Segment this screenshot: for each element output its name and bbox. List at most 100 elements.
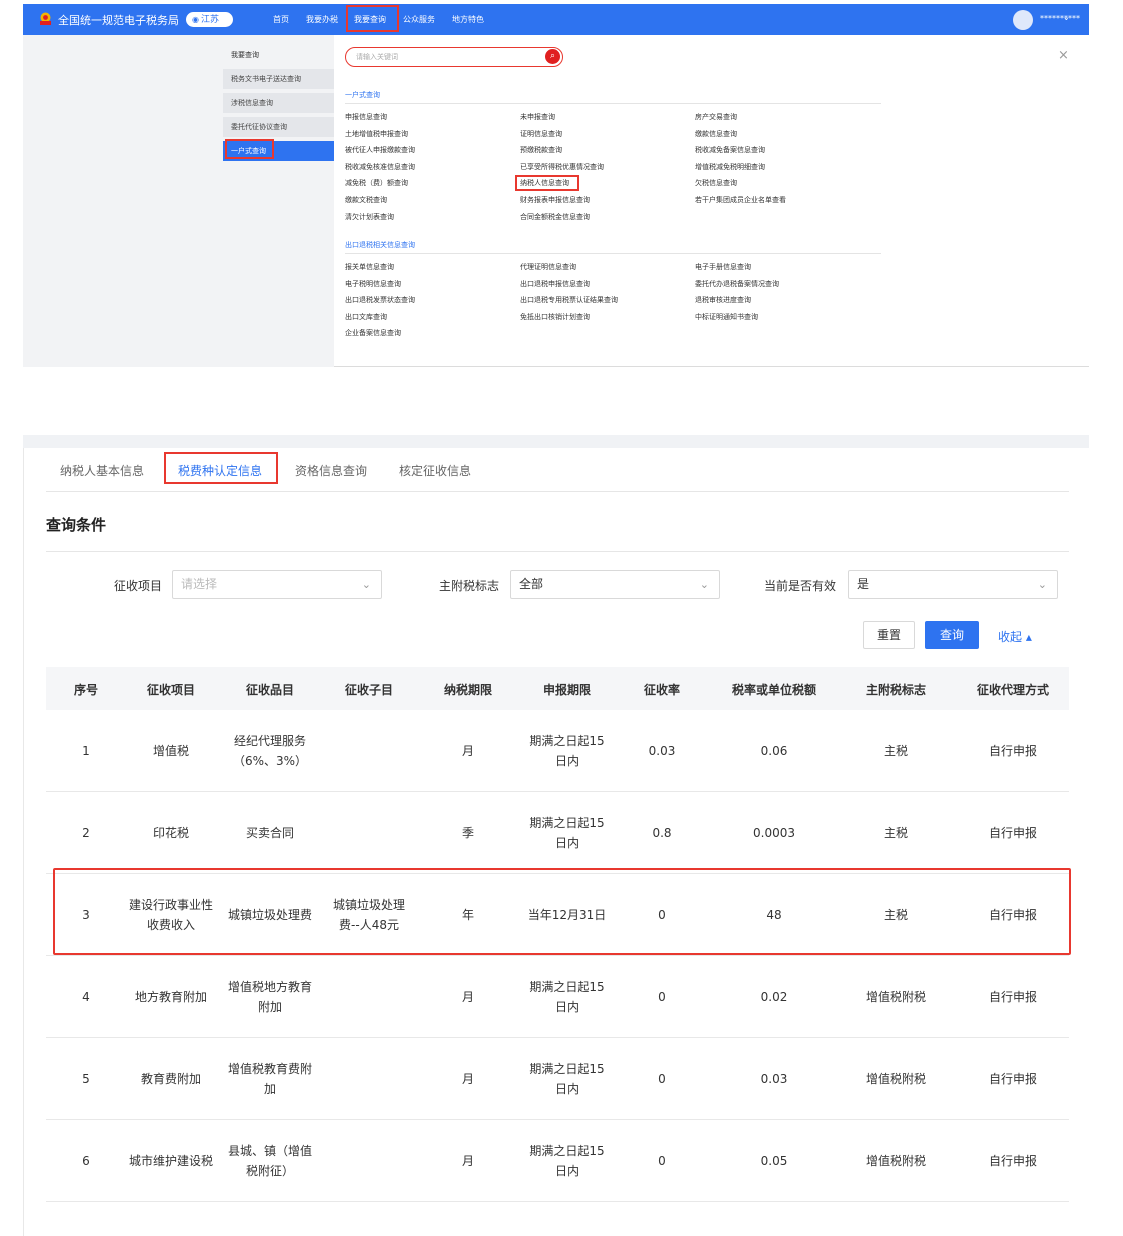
collection-item-select[interactable]: 请选择 ⌄ (172, 570, 382, 599)
table-cell: 期满之日起15日内 (529, 1061, 605, 1096)
table-cell: 主税 (883, 743, 909, 758)
query-link[interactable]: 中标证明通知书查询 (695, 312, 758, 322)
sidebar: 我要查询 税务文书电子送达查询 涉税信息查询 委托代征协议查询 一户式查询 (23, 35, 334, 367)
query-link[interactable]: 财务报表申报信息查询 (520, 195, 590, 205)
divider (345, 103, 881, 104)
table-cell: 主税 (883, 825, 909, 840)
query-link[interactable]: 出口退税专用税票认证结果查询 (520, 295, 618, 305)
query-link[interactable]: 缴款文税查询 (345, 195, 387, 205)
table-cell: 月 (461, 989, 475, 1004)
query-link[interactable]: 被代征人申报缴款查询 (345, 145, 415, 155)
table-cell: 0.05 (760, 1153, 788, 1168)
main-aux-select[interactable]: 全部 ⌄ (510, 570, 720, 599)
chevron-down-icon[interactable]: ⌄ (1063, 13, 1070, 22)
column-header: 征收率 (643, 683, 681, 697)
table-row: 1 增值税 经纪代理服务（6%、3%） 月 期满之日起15日内 0.03 0.06 主税 自行申… (46, 710, 1069, 792)
query-link[interactable]: 土地增值税申报查询 (345, 129, 408, 139)
table-cell: 教育费附加 (140, 1071, 201, 1086)
avatar[interactable] (1013, 10, 1033, 30)
query-conditions-title: 查询条件 (46, 516, 107, 534)
column-header: 征收子目 (344, 683, 394, 697)
query-link[interactable]: 税收减免备案信息查询 (695, 145, 765, 155)
tax-type-panel: 纳税人基本信息 税费种认定信息 资格信息查询 核定征收信息 查询条件 征收项目 … (23, 435, 1089, 1236)
query-link[interactable]: 缴款信息查询 (695, 129, 737, 139)
table-cell: 增值税附税 (865, 1153, 927, 1168)
table-row: 2 印花税 买卖合同 季 期满之日起15日内 0.8 0.0003 主税 自行申报 (46, 792, 1069, 874)
query-button[interactable]: 查询 (925, 621, 979, 649)
query-link[interactable]: 房产交易查询 (695, 112, 737, 122)
table-cell: 期满之日起15日内 (529, 815, 605, 850)
query-link[interactable]: 电子税明信息查询 (345, 279, 401, 289)
table-cell: 5 (82, 1071, 90, 1086)
query-link[interactable]: 免抵出口核销计划查询 (520, 312, 590, 322)
search-input[interactable]: 请输入关键词 ⌕ (345, 47, 563, 67)
region-selector[interactable]: ◉ 江苏 (186, 12, 233, 27)
query-link[interactable]: 已享受所得税优惠情况查询 (520, 162, 604, 172)
query-link[interactable]: 出口退税发票状态查询 (345, 295, 415, 305)
query-link[interactable]: 减免税（费）额查询 (345, 178, 408, 188)
tab-assessed-collection[interactable]: 核定征收信息 (399, 462, 471, 479)
table-cell: 4 (82, 989, 90, 1004)
panel-top-strip (23, 435, 1089, 448)
search-placeholder: 请输入关键词 (356, 53, 398, 61)
table-cell: 自行申报 (988, 1153, 1038, 1168)
close-icon[interactable]: × (1058, 48, 1069, 63)
query-link[interactable]: 未申报查询 (520, 112, 555, 122)
tab-highlight (164, 452, 278, 484)
field-label-main-aux: 主附税标志 (439, 579, 500, 593)
query-link[interactable]: 出口退税申报信息查询 (520, 279, 590, 289)
column-header: 序号 (73, 683, 99, 697)
column-header: 征收项目 (146, 683, 196, 697)
nav-public-service[interactable]: 公众服务 (403, 14, 435, 25)
query-link[interactable]: 欠税信息查询 (695, 178, 737, 188)
table-row: 4 地方教育附加 增值税地方教育附加 月 期满之日起15日内 0 0.02 增值税附税 自行申报 (46, 956, 1069, 1038)
query-link[interactable]: 代理证明信息查询 (520, 262, 576, 272)
query-link[interactable]: 税收减免核准信息查询 (345, 162, 415, 172)
row-highlight (53, 868, 1071, 955)
site-title[interactable]: 全国统一规范电子税务局 (58, 12, 179, 28)
field-label-valid: 当前是否有效 (764, 579, 837, 593)
query-link[interactable]: 清欠计划表查询 (345, 212, 394, 222)
table-cell: 买卖合同 (245, 825, 294, 840)
table-cell: 6 (82, 1153, 90, 1168)
query-link[interactable]: 电子手册信息查询 (695, 262, 751, 272)
query-link[interactable]: 预缴税款查询 (520, 145, 562, 155)
nav-tax-handling[interactable]: 我要办税 (306, 14, 338, 25)
table-cell: 期满之日起15日内 (529, 1143, 605, 1178)
search-icon[interactable]: ⌕ (545, 49, 560, 64)
query-link[interactable]: 退税审核进度查询 (695, 295, 751, 305)
query-link[interactable]: 企业备案信息查询 (345, 328, 401, 338)
divider (23, 448, 24, 1236)
query-link[interactable]: 出口文库查询 (345, 312, 387, 322)
sidebar-item-agreement[interactable]: 委托代征协议查询 (223, 117, 334, 137)
user-name[interactable]: ********** (1040, 14, 1080, 23)
nav-local-features[interactable]: 地方特色 (452, 14, 484, 25)
query-link[interactable]: 委托代办退税备案情况查询 (695, 279, 779, 289)
column-header: 申报期限 (542, 683, 592, 697)
link-highlight (515, 175, 579, 191)
query-link[interactable]: 报关单信息查询 (345, 262, 394, 272)
nav-home[interactable]: 首页 (273, 14, 289, 25)
query-link[interactable]: 若干户集团成员企业名单查看 (695, 195, 786, 205)
column-header: 征收品目 (245, 683, 295, 697)
table-cell: 期满之日起15日内 (529, 733, 605, 768)
table-cell: 县城、镇（增值税附征） (227, 1143, 312, 1178)
column-header: 纳税期限 (443, 683, 493, 697)
valid-select[interactable]: 是 ⌄ (848, 570, 1058, 599)
sidebar-highlight (225, 139, 274, 159)
collapse-link[interactable]: 收起 ▴ (998, 628, 1032, 645)
table-row: 5 教育费附加 增值税教育费附加 月 期满之日起15日内 0 0.03 增值税附税 自行申报 (46, 1038, 1069, 1120)
tab-qualification[interactable]: 资格信息查询 (295, 462, 367, 479)
divider (46, 491, 1069, 492)
table-cell: 0.06 (760, 743, 788, 758)
reset-button[interactable]: 重置 (863, 621, 915, 649)
query-link[interactable]: 证明信息查询 (520, 129, 562, 139)
sidebar-item-doc-delivery[interactable]: 税务文书电子送达查询 (223, 69, 334, 89)
tab-basic-info[interactable]: 纳税人基本信息 (60, 462, 144, 479)
sidebar-item-tax-info[interactable]: 涉税信息查询 (223, 93, 334, 113)
query-link[interactable]: 增值税减免税明细查询 (695, 162, 765, 172)
query-link[interactable]: 合同金额税金信息查询 (520, 212, 590, 222)
table-cell: 增值税附税 (865, 989, 927, 1004)
query-link[interactable]: 申报信息查询 (345, 112, 387, 122)
table-cell: 自行申报 (988, 743, 1038, 758)
